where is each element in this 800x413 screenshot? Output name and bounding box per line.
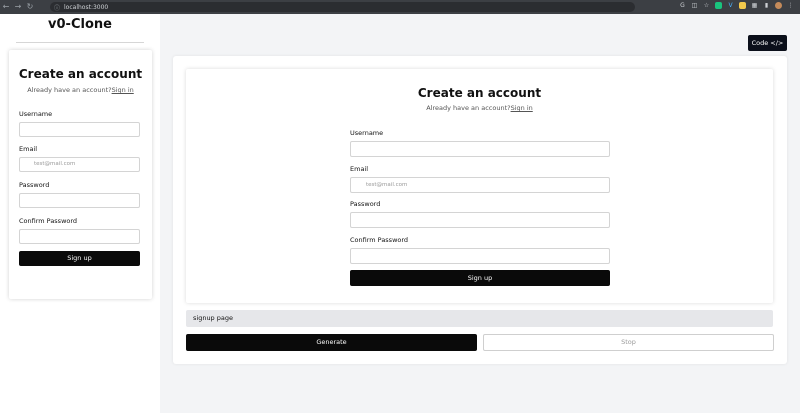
forward-arrow-icon[interactable]: → [12, 0, 24, 14]
more-menu-icon[interactable]: ⋮ [787, 2, 794, 9]
preview-signup-button[interactable]: Sign up [350, 270, 610, 286]
extension-yellow-icon[interactable] [739, 2, 746, 9]
back-arrow-icon[interactable]: ← [0, 0, 12, 14]
preview-signin-link[interactable]: Sign in [511, 104, 533, 112]
address-url: localhost:3000 [64, 3, 109, 11]
sidebar-signup-button[interactable]: Sign up [19, 251, 140, 266]
sidebar-email-label: Email [19, 145, 38, 153]
sidebar: v0-Clone Create an account Already have … [0, 14, 160, 413]
generate-button[interactable]: Generate [186, 334, 477, 351]
preview-confirm-password-label: Confirm Password [350, 236, 409, 244]
sidebar-confirm-password-label: Confirm Password [19, 217, 78, 225]
cast-icon[interactable]: ◫ [691, 2, 698, 9]
sidebar-signin-link[interactable]: Sign in [112, 86, 134, 94]
site-info-icon[interactable]: ⓘ [54, 3, 60, 12]
reload-icon[interactable]: ↻ [24, 0, 36, 14]
preview-card: Create an account Already have an accoun… [186, 69, 773, 303]
prompt-input[interactable]: signup page [186, 310, 773, 327]
preview-username-input[interactable] [350, 141, 610, 157]
sidebar-password-label: Password [19, 181, 50, 189]
extension-v-icon[interactable]: V [727, 2, 734, 9]
sidebar-divider [16, 42, 144, 43]
sidebar-subtitle-text: Already have an account? [27, 86, 112, 94]
sidebar-password-input[interactable] [19, 193, 140, 208]
preview-email-label: Email [350, 165, 369, 173]
preview-subtitle-text: Already have an account? [426, 104, 511, 112]
sidebar-form-title: Create an account [18, 67, 143, 81]
sidebar-form-subtitle: Already have an account?Sign in [9, 86, 152, 94]
preview-password-input[interactable] [350, 212, 610, 228]
preview-password-label: Password [350, 200, 381, 208]
sidebar-email-input[interactable]: test@mail.com [19, 157, 140, 172]
stop-button[interactable]: Stop [483, 334, 774, 351]
code-button[interactable]: Code </> [748, 35, 787, 51]
address-bar[interactable]: ⓘ localhost:3000 [50, 2, 635, 12]
sidebar-username-label: Username [19, 110, 53, 118]
translate-icon[interactable]: G [679, 2, 686, 9]
browser-toolbar: ← → ↻ ⓘ localhost:3000 G ◫ ☆ V ▦ ▮ ⋮ [0, 0, 800, 14]
sidebar-preview-card: Create an account Already have an accoun… [9, 50, 152, 299]
sidebar-confirm-password-input[interactable] [19, 229, 140, 244]
extensions-puzzle-icon[interactable]: ▦ [751, 2, 758, 9]
preview-email-input[interactable]: test@mail.com [350, 177, 610, 193]
profile-avatar[interactable] [775, 2, 782, 9]
preview-username-label: Username [350, 129, 384, 137]
preview-form-subtitle: Already have an account?Sign in [186, 104, 773, 112]
sidebar-username-input[interactable] [19, 122, 140, 137]
extensions-row: G ◫ ☆ V ▦ ▮ ⋮ [679, 2, 794, 9]
side-panel-icon[interactable]: ▮ [763, 2, 770, 9]
extension-green-icon[interactable] [715, 2, 722, 9]
preview-form-title: Create an account [417, 86, 542, 100]
preview-confirm-password-input[interactable] [350, 248, 610, 264]
bookmark-star-icon[interactable]: ☆ [703, 2, 710, 9]
brand-title: v0-Clone [48, 17, 112, 32]
main-panel: Create an account Already have an accoun… [173, 56, 787, 364]
